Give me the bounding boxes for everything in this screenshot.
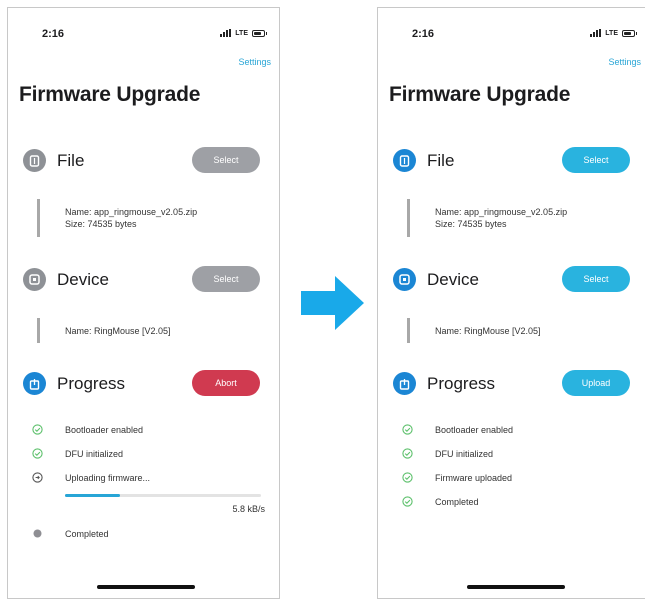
file-icon xyxy=(393,149,416,172)
file-size: Size: 74535 bytes xyxy=(435,219,507,229)
select-file-button[interactable]: Select xyxy=(562,147,630,173)
step-label: DFU initialized xyxy=(65,448,124,459)
status-icons: LTE xyxy=(590,29,637,37)
step-label: Uploading firmware... xyxy=(65,472,151,483)
device-section-header: Device xyxy=(393,268,479,291)
device-icon xyxy=(23,268,46,291)
step-completed: Completed xyxy=(32,528,109,539)
phone-screen-uploading: 2:16 LTE Settings Firmware Upgrade File … xyxy=(7,7,280,599)
abort-button[interactable]: Abort xyxy=(192,370,260,396)
step-label: Firmware uploaded xyxy=(435,472,513,483)
file-section-header: File xyxy=(23,149,84,172)
step-label: DFU initialized xyxy=(435,448,494,459)
step-completed: Completed xyxy=(402,496,479,507)
progress-icon xyxy=(393,372,416,395)
select-file-button[interactable]: Select xyxy=(192,147,260,173)
file-info: Name: app_ringmouse_v2.05.zip Size: 7453… xyxy=(435,206,567,230)
file-size: Size: 74535 bytes xyxy=(65,219,137,229)
settings-link[interactable]: Settings xyxy=(238,57,271,67)
progress-section-title: Progress xyxy=(427,373,496,393)
battery-icon xyxy=(252,29,267,37)
pending-dot-icon xyxy=(32,528,43,539)
file-info: Name: app_ringmouse_v2.05.zip Size: 7453… xyxy=(65,206,197,230)
battery-icon xyxy=(622,29,637,37)
file-name: Name: app_ringmouse_v2.05.zip xyxy=(435,207,568,217)
file-section-header: File xyxy=(393,149,454,172)
step-firmware-uploaded: Firmware uploaded xyxy=(402,472,512,483)
step-label: Completed xyxy=(435,496,479,507)
device-name: Name: RingMouse [V2.05] xyxy=(435,326,541,336)
progress-section-header: Progress xyxy=(23,372,125,395)
upload-button[interactable]: Upload xyxy=(562,370,630,396)
check-circle-icon xyxy=(402,424,413,435)
step-label: Bootloader enabled xyxy=(435,424,514,435)
device-info-bar xyxy=(407,318,410,343)
page-title: Firmware Upgrade xyxy=(389,83,571,106)
file-name: Name: app_ringmouse_v2.05.zip xyxy=(65,207,198,217)
device-name: Name: RingMouse [V2.05] xyxy=(65,326,171,336)
signal-icon xyxy=(590,29,602,37)
select-device-button[interactable]: Select xyxy=(192,266,260,292)
progress-section-title: Progress xyxy=(57,373,126,393)
network-type: LTE xyxy=(235,29,248,37)
check-circle-icon xyxy=(402,448,413,459)
check-circle-icon xyxy=(402,496,413,507)
home-indicator xyxy=(97,585,195,589)
home-indicator xyxy=(467,585,565,589)
upload-speed: 5.8 kB/s xyxy=(232,504,265,514)
check-circle-icon xyxy=(32,448,43,459)
file-info-bar xyxy=(37,199,40,237)
right-arrow-icon xyxy=(301,276,364,330)
page-title: Firmware Upgrade xyxy=(19,83,201,106)
check-circle-icon xyxy=(402,472,413,483)
file-section-title: File xyxy=(57,150,85,170)
step-bootloader-enabled: Bootloader enabled xyxy=(32,424,143,435)
in-progress-icon xyxy=(32,472,43,483)
step-bootloader-enabled: Bootloader enabled xyxy=(402,424,513,435)
progress-section-header: Progress xyxy=(393,372,495,395)
step-label: Bootloader enabled xyxy=(65,424,144,435)
device-section-title: Device xyxy=(427,269,479,289)
status-icons: LTE xyxy=(220,29,267,37)
step-dfu-initialized: DFU initialized xyxy=(402,448,493,459)
device-icon xyxy=(393,268,416,291)
phone-screen-completed: 2:16 LTE Settings Firmware Upgrade File … xyxy=(377,7,645,599)
step-uploading-firmware: Uploading firmware... xyxy=(32,472,150,483)
upload-progress-fill xyxy=(65,494,120,497)
check-circle-icon xyxy=(32,424,43,435)
select-device-button[interactable]: Select xyxy=(562,266,630,292)
status-time: 2:16 xyxy=(42,28,65,40)
device-section-header: Device xyxy=(23,268,109,291)
step-dfu-initialized: DFU initialized xyxy=(32,448,123,459)
network-type: LTE xyxy=(605,29,618,37)
signal-icon xyxy=(220,29,232,37)
status-time: 2:16 xyxy=(412,28,435,40)
upload-progress-bar xyxy=(65,494,261,497)
step-label: Completed xyxy=(65,528,109,539)
file-info-bar xyxy=(407,199,410,237)
file-icon xyxy=(23,149,46,172)
file-section-title: File xyxy=(427,150,455,170)
device-section-title: Device xyxy=(57,269,109,289)
progress-icon xyxy=(23,372,46,395)
device-info-bar xyxy=(37,318,40,343)
settings-link[interactable]: Settings xyxy=(608,57,641,67)
